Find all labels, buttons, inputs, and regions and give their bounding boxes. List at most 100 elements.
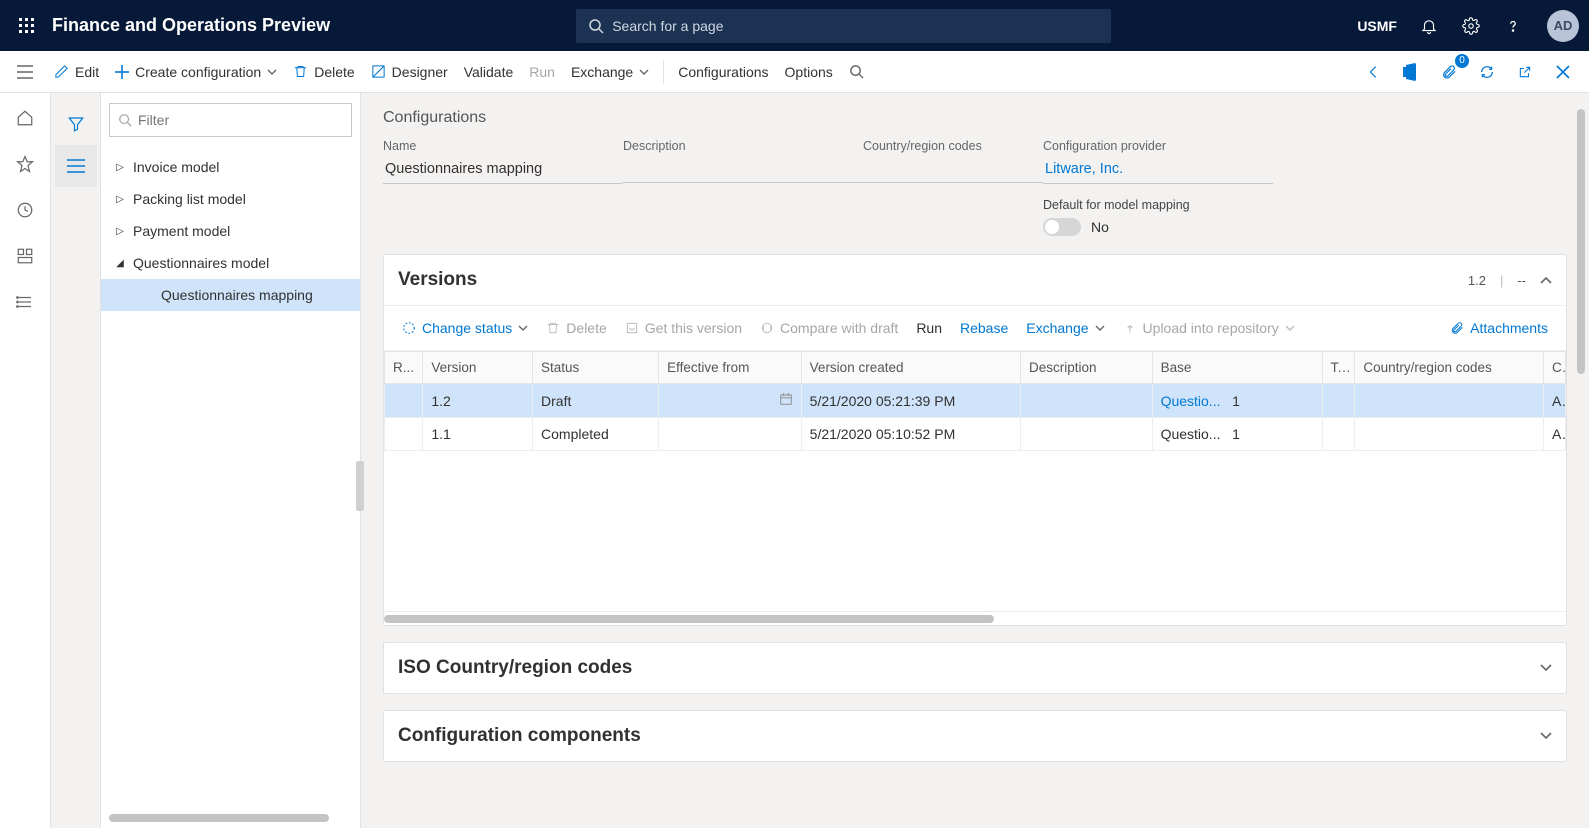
workspaces-icon[interactable] — [8, 239, 42, 273]
components-header[interactable]: Configuration components — [384, 711, 1566, 761]
column-header[interactable]: Version — [423, 352, 533, 384]
delete-button[interactable]: Delete — [285, 58, 362, 86]
table-cell[interactable]: Questio... 1 — [1152, 418, 1322, 451]
column-header[interactable]: C — [1544, 352, 1566, 384]
separator — [663, 60, 664, 84]
tree-label: Questionnaires model — [133, 255, 269, 271]
table-cell[interactable] — [1355, 418, 1544, 451]
filter-input[interactable] — [138, 112, 343, 128]
related-info-icon[interactable] — [1359, 58, 1387, 86]
table-cell[interactable]: Draft — [533, 384, 659, 418]
upload-icon — [1123, 321, 1137, 335]
company-code[interactable]: USMF — [1357, 18, 1397, 34]
table-cell[interactable]: 5/21/2020 05:21:39 PM — [801, 384, 1020, 418]
home-icon[interactable] — [8, 101, 42, 135]
table-cell[interactable] — [385, 418, 423, 451]
version-exchange-button[interactable]: Exchange — [1018, 314, 1112, 342]
country-codes-value[interactable] — [863, 157, 1043, 183]
chevron-down-icon — [639, 69, 649, 75]
table-cell[interactable] — [1322, 418, 1355, 451]
change-status-button[interactable]: Change status — [394, 314, 536, 342]
avatar[interactable]: AD — [1547, 10, 1579, 42]
default-mm-toggle[interactable] — [1043, 218, 1081, 236]
refresh-icon[interactable] — [1473, 58, 1501, 86]
table-cell[interactable] — [1355, 384, 1544, 418]
tree-node[interactable]: ▷Payment model — [101, 215, 360, 247]
description-label: Description — [623, 139, 863, 153]
tree-filter[interactable] — [109, 103, 352, 137]
tree-h-scrollbar[interactable] — [109, 814, 352, 822]
versions-header[interactable]: Versions 1.2 | -- — [384, 255, 1566, 306]
iso-header[interactable]: ISO Country/region codes — [384, 643, 1566, 693]
table-cell[interactable]: 5/21/2020 05:10:52 PM — [801, 418, 1020, 451]
designer-button[interactable]: Designer — [363, 58, 456, 86]
table-row[interactable]: 1.1Completed 5/21/2020 05:10:52 PM Questio… — [385, 418, 1566, 451]
column-header[interactable]: Effective from — [659, 352, 802, 384]
grid-h-scrollbar[interactable] — [384, 611, 1566, 625]
column-header[interactable]: Version created — [801, 352, 1020, 384]
base-link[interactable]: Questio... — [1161, 426, 1221, 442]
calendar-icon[interactable] — [779, 392, 793, 409]
table-cell[interactable]: Questio... 1 — [1152, 384, 1322, 418]
close-icon[interactable] — [1549, 58, 1577, 86]
table-cell[interactable]: A — [1544, 384, 1566, 418]
global-search[interactable]: Search for a page — [576, 9, 1111, 43]
table-cell[interactable]: A — [1544, 418, 1566, 451]
chevron-down-icon — [1285, 325, 1295, 331]
create-configuration-button[interactable]: Create configuration — [107, 58, 285, 86]
popout-icon[interactable] — [1511, 58, 1539, 86]
table-cell[interactable]: 1.2 — [423, 384, 533, 418]
table-cell[interactable] — [659, 418, 802, 451]
table-cell[interactable]: 1.1 — [423, 418, 533, 451]
table-row[interactable]: 1.2Draft 5/21/2020 05:21:39 PM Questio... … — [385, 384, 1566, 418]
expand-icon[interactable]: ▷ — [113, 162, 127, 173]
base-link[interactable]: Questio... — [1161, 393, 1221, 409]
table-cell[interactable] — [659, 384, 802, 418]
list-view-icon[interactable] — [55, 145, 97, 187]
provider-value[interactable]: Litware, Inc. — [1043, 157, 1273, 184]
edit-button[interactable]: Edit — [46, 58, 107, 86]
filter-funnel-icon[interactable] — [55, 103, 97, 145]
modules-icon[interactable] — [8, 285, 42, 319]
name-value[interactable]: Questionnaires mapping — [383, 157, 623, 184]
table-cell[interactable] — [385, 384, 423, 418]
exchange-button[interactable]: Exchange — [563, 58, 657, 86]
collapse-icon[interactable]: ◢ — [113, 258, 127, 269]
waffle-icon[interactable] — [10, 9, 44, 43]
column-header[interactable]: Country/region codes — [1355, 352, 1544, 384]
edit-label: Edit — [75, 64, 99, 80]
help-icon[interactable] — [1499, 12, 1527, 40]
options-button[interactable]: Options — [777, 58, 841, 86]
tree-node[interactable]: Questionnaires mapping — [101, 279, 360, 311]
table-cell[interactable] — [1020, 384, 1152, 418]
column-header[interactable]: R... — [385, 352, 423, 384]
find-button[interactable] — [841, 58, 872, 85]
column-header[interactable]: Description — [1020, 352, 1152, 384]
office-icon[interactable] — [1397, 58, 1425, 86]
rebase-button[interactable]: Rebase — [952, 314, 1016, 342]
expand-icon[interactable]: ▷ — [113, 194, 127, 205]
notifications-icon[interactable] — [1415, 12, 1443, 40]
content-v-scrollbar[interactable] — [1577, 109, 1585, 649]
expand-icon[interactable]: ▷ — [113, 226, 127, 237]
configurations-button[interactable]: Configurations — [670, 58, 776, 86]
description-value[interactable] — [623, 157, 863, 183]
tree-node[interactable]: ◢ Questionnaires model — [101, 247, 360, 279]
gear-icon[interactable] — [1457, 12, 1485, 40]
column-header[interactable]: Base — [1152, 352, 1322, 384]
column-header[interactable]: Status — [533, 352, 659, 384]
table-cell[interactable] — [1322, 384, 1355, 418]
table-cell[interactable]: Completed — [533, 418, 659, 451]
column-header[interactable]: T... — [1322, 352, 1355, 384]
table-cell[interactable] — [1020, 418, 1152, 451]
attachments-button[interactable]: Attachments — [1442, 314, 1556, 342]
create-label: Create configuration — [135, 64, 261, 80]
validate-button[interactable]: Validate — [456, 58, 522, 86]
hamburger-icon[interactable] — [8, 55, 42, 89]
attachments-global-icon[interactable]: 0 — [1435, 58, 1463, 86]
tree-node[interactable]: ▷Invoice model — [101, 151, 360, 183]
favorites-icon[interactable] — [8, 147, 42, 181]
version-run-button[interactable]: Run — [908, 314, 950, 342]
tree-node[interactable]: ▷Packing list model — [101, 183, 360, 215]
recent-icon[interactable] — [8, 193, 42, 227]
